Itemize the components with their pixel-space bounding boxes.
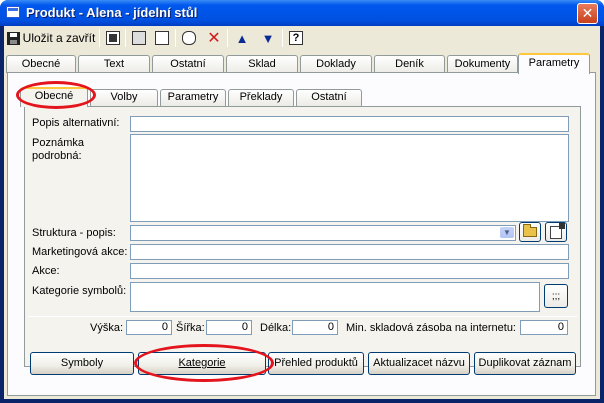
move-down-button[interactable]: ▼ [258,28,278,48]
print-icon [132,31,146,45]
main-tab-strip: Obecné Text Ostatní Sklad Doklady Deník … [4,53,600,74]
application-window: Produkt - Alena - jídelní stůl ✕ Uložit … [0,0,604,403]
arrow-up-icon: ▲ [235,30,249,46]
copy-icon [106,31,120,45]
move-up-button[interactable]: ▲ [232,28,252,48]
marketingova-akce-label: Marketingová akce: [32,246,128,258]
vyska-input[interactable]: 0 [126,320,172,335]
kategorie-button[interactable]: Kategorie [138,352,266,375]
delete-icon: ✕ [207,30,221,47]
min-zasoba-label: Min. skladová zásoba na internetu: [346,322,516,334]
subtab-obecne[interactable]: Obecné [20,87,88,107]
subtab-volby[interactable]: Volby [90,89,158,106]
struktura-popis-combo[interactable]: ▼ [130,225,516,241]
toolbar-separator [227,29,228,47]
toolbar-separator [175,29,176,47]
tab-dokumenty[interactable]: Dokumenty [447,55,518,73]
tab-doklady[interactable]: Doklady [300,55,372,73]
save-icon [6,31,20,45]
window-title: Produkt - Alena - jídelní stůl [26,5,198,20]
vyska-label: Výška: [90,322,124,334]
poznamka-label-line1: Poznámka [32,137,84,149]
open-folder-button[interactable] [519,222,541,242]
akce-label: Akce: [32,265,60,277]
marketingova-akce-input[interactable] [130,244,569,260]
sirka-input[interactable]: 0 [206,320,252,335]
subtab-ostatni[interactable]: Ostatní [296,89,362,106]
new-item-button[interactable] [545,222,567,242]
tab-parametry[interactable]: Parametry [518,53,590,74]
akce-input[interactable] [130,263,569,279]
attach-button[interactable] [179,28,199,48]
tab-denik[interactable]: Deník [374,55,445,73]
print-preview-icon [155,31,169,45]
document-new-icon [550,222,565,239]
form-divider [28,316,577,317]
save-and-close-button[interactable]: Uložit a zavřít [6,28,96,48]
copy-button[interactable] [103,28,123,48]
form-icon [6,6,20,18]
title-bar[interactable]: Produkt - Alena - jídelní stůl ✕ [0,0,604,26]
chevron-down-icon[interactable]: ▼ [500,227,514,238]
help-button[interactable]: ? [286,28,306,48]
duplikovat-zaznam-button[interactable]: Duplikovat záznam [474,352,576,375]
tab-ostatni[interactable]: Ostatní [152,55,224,73]
sirka-label: Šířka: [176,322,205,334]
poznamka-textarea[interactable] [130,134,569,222]
prehled-produktu-button[interactable]: Přehled produktů [268,352,364,375]
kategorie-symbolu-pick-button[interactable]: ;;; [544,284,568,308]
tab-sklad[interactable]: Sklad [226,55,298,73]
arrow-down-icon: ▼ [261,30,275,46]
tab-text[interactable]: Text [78,55,150,73]
toolbar-separator [125,29,126,47]
toolbar: Uložit a zavřít ✕ ▲ ▼ ? [4,26,600,50]
toolbar-separator [99,29,100,47]
aktualizace-nazvu-button[interactable]: Aktualizacet názvu [368,352,470,375]
delete-button[interactable]: ✕ [204,28,224,48]
window-client-area: Uložit a zavřít ✕ ▲ ▼ ? Obecné Text Osta… [4,26,600,399]
struktura-popis-label: Struktura - popis: [32,227,116,239]
toolbar-separator [282,29,283,47]
symboly-button[interactable]: Symboly [30,352,134,375]
delka-input[interactable]: 0 [292,320,338,335]
poznamka-label-line2: podrobná: [32,150,82,162]
folder-open-icon [523,224,537,237]
attach-icon [182,31,196,45]
popis-alternativni-label: Popis alternativní: [32,117,120,129]
print-preview-button[interactable] [152,28,172,48]
popis-alternativni-input[interactable] [130,116,569,132]
delka-label: Délka: [260,322,292,334]
min-zasoba-input[interactable]: 0 [520,320,568,335]
close-button[interactable]: ✕ [577,3,598,24]
kategorie-symbolu-input[interactable] [130,282,540,312]
save-and-close-label: Uložit a zavřít [22,31,96,45]
tab-obecne[interactable]: Obecné [6,55,76,73]
print-button[interactable] [129,28,149,48]
kategorie-symbolu-label: Kategorie symbolů: [32,285,127,297]
help-icon: ? [289,31,303,45]
subtab-parametry[interactable]: Parametry [160,89,226,106]
subtab-preklady[interactable]: Překlady [228,89,294,106]
